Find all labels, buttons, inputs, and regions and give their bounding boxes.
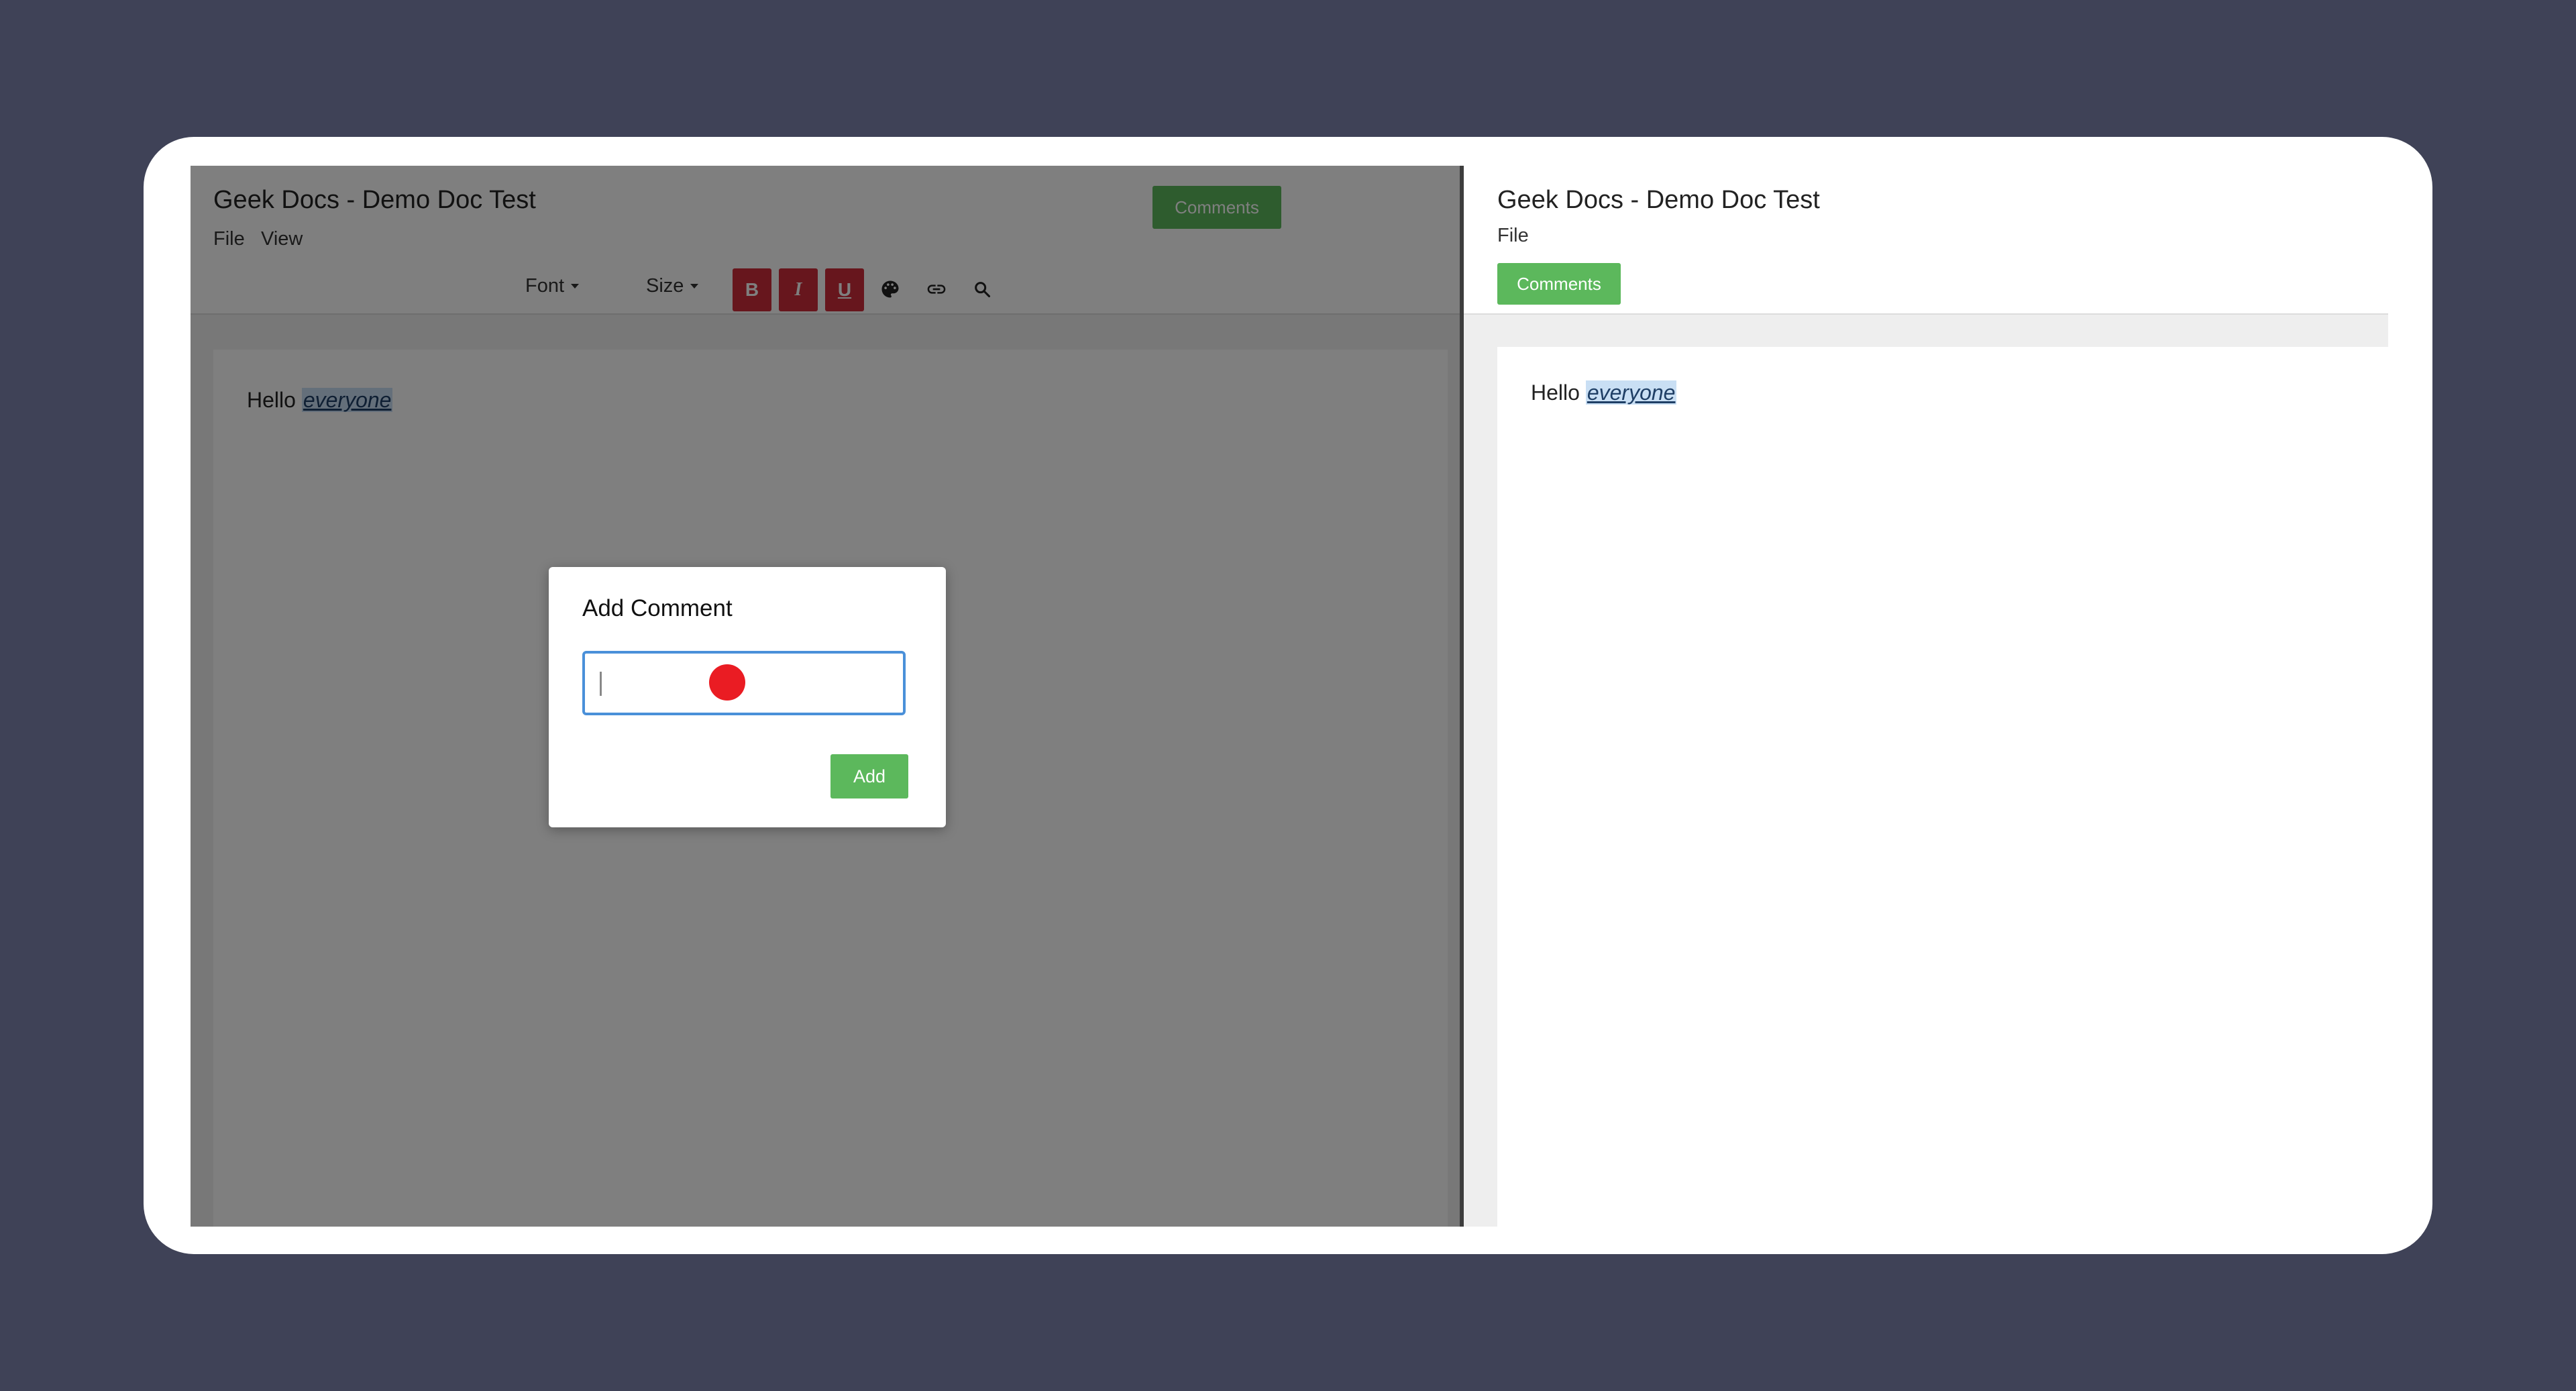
add-comment-button[interactable]: Add [830, 754, 908, 798]
dialog-title: Add Comment [582, 595, 733, 621]
text-caret [600, 672, 602, 696]
add-comment-dialog: Add Comment Add [549, 567, 946, 827]
document-body-text[interactable]: Hello everyone [1531, 380, 1677, 405]
mouse-cursor-marker [709, 664, 745, 701]
highlighted-text[interactable]: everyone [1585, 380, 1677, 405]
plain-text: Hello [1531, 380, 1580, 405]
menu-file[interactable]: File [1497, 225, 1529, 247]
right-preview-pane: Geek Docs - Demo Doc Test File Comments … [1464, 166, 2388, 1227]
document-page[interactable]: Hello everyone [1497, 347, 2388, 1227]
app-card: Geek Docs - Demo Doc Test File View Comm… [144, 137, 2432, 1254]
comments-button[interactable]: Comments [1497, 263, 1621, 305]
document-title: Geek Docs - Demo Doc Test [1497, 186, 1820, 214]
left-editor-pane: Geek Docs - Demo Doc Test File View Comm… [191, 166, 1460, 1227]
